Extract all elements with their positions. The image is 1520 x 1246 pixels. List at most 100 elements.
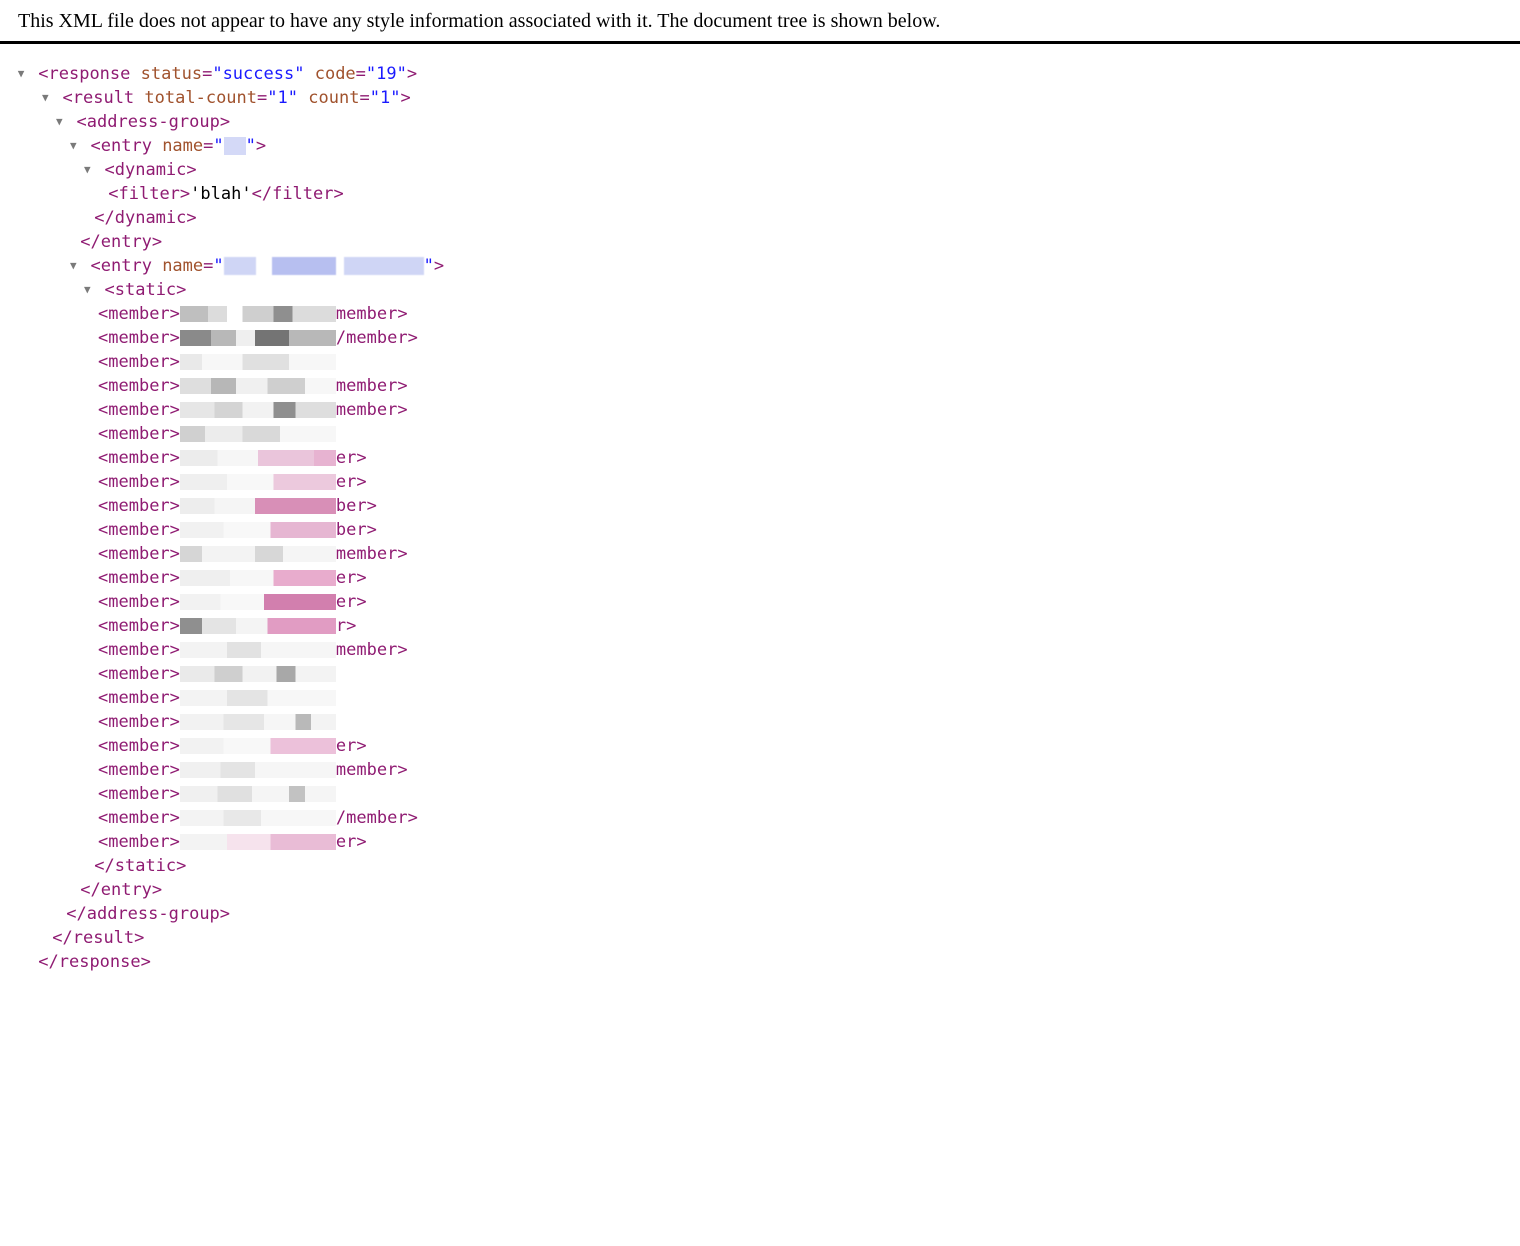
attr-count: count <box>308 88 359 108</box>
tag-member[interactable]: member <box>108 376 169 396</box>
redacted-member-value <box>180 738 336 754</box>
toggle-icon[interactable]: ▼ <box>66 254 80 278</box>
notice-text: This XML file does not appear to have an… <box>18 10 940 32</box>
tag-response[interactable]: response <box>49 64 131 84</box>
redacted-member-value <box>180 786 336 802</box>
member-row: <member>er> <box>14 590 1520 614</box>
member-tail: member> <box>336 640 408 660</box>
tag-member[interactable]: member <box>108 448 169 468</box>
toggle-icon[interactable]: ▼ <box>80 158 94 182</box>
redacted-member-value <box>180 426 336 442</box>
filter-text: 'blah' <box>190 184 251 204</box>
member-tail: er> <box>336 568 367 588</box>
member-row: <member>ber> <box>14 518 1520 542</box>
redacted-member-value <box>180 570 336 586</box>
member-row: <member>member> <box>14 398 1520 422</box>
tag-member[interactable]: member <box>108 520 169 540</box>
member-tail: member> <box>336 400 408 420</box>
member-row: <member>member> <box>14 638 1520 662</box>
redacted-member-value <box>180 330 336 346</box>
member-tail: er> <box>336 592 367 612</box>
tag-member[interactable]: member <box>108 808 169 828</box>
val-count: 1 <box>380 88 390 108</box>
tag-member[interactable]: member <box>108 688 169 708</box>
tag-entry[interactable]: entry <box>101 136 152 156</box>
member-row: <member> <box>14 710 1520 734</box>
redacted-name-2 <box>224 257 424 275</box>
tag-member[interactable]: member <box>108 832 169 852</box>
redacted-member-value <box>180 378 336 394</box>
tag-member[interactable]: member <box>108 496 169 516</box>
attr-totalcount: total-count <box>144 88 257 108</box>
tag-static[interactable]: static <box>115 280 176 300</box>
redacted-member-value <box>180 810 336 826</box>
toggle-icon[interactable]: ▼ <box>52 110 66 134</box>
xml-tree: ▼ <response status="success" code="19"> … <box>0 44 1520 974</box>
redacted-member-value <box>180 762 336 778</box>
tag-member[interactable]: member <box>108 760 169 780</box>
tag-member[interactable]: member <box>108 424 169 444</box>
member-row: <member>member> <box>14 758 1520 782</box>
member-row: <member>er> <box>14 566 1520 590</box>
member-row: <member>member> <box>14 374 1520 398</box>
xml-style-notice: This XML file does not appear to have an… <box>0 0 1520 44</box>
redacted-member-value <box>180 618 336 634</box>
member-row: <member>er> <box>14 446 1520 470</box>
attr-status: status <box>141 64 202 84</box>
redacted-member-value <box>180 474 336 490</box>
tag-member[interactable]: member <box>108 544 169 564</box>
tag-member[interactable]: member <box>108 400 169 420</box>
redacted-member-value <box>180 690 336 706</box>
attr-code: code <box>315 64 356 84</box>
tag-result[interactable]: result <box>73 88 134 108</box>
tag-member[interactable]: member <box>108 328 169 348</box>
member-tail: member> <box>336 760 408 780</box>
redacted-member-value <box>180 306 336 322</box>
tag-member[interactable]: member <box>108 304 169 324</box>
tag-member[interactable]: member <box>108 472 169 492</box>
val-status: success <box>223 64 295 84</box>
member-row: <member> <box>14 686 1520 710</box>
tag-entry[interactable]: entry <box>101 256 152 276</box>
tag-member[interactable]: member <box>108 592 169 612</box>
member-tail: /member> <box>336 808 418 828</box>
member-row: <member>er> <box>14 470 1520 494</box>
redacted-member-value <box>180 402 336 418</box>
member-tail: member> <box>336 304 408 324</box>
member-tail: /member> <box>336 328 418 348</box>
toggle-icon[interactable]: ▼ <box>66 134 80 158</box>
tag-filter[interactable]: filter <box>119 184 180 204</box>
tag-dynamic[interactable]: dynamic <box>115 160 187 180</box>
member-tail: ber> <box>336 520 377 540</box>
tag-open-bracket: < <box>38 64 48 84</box>
tag-member[interactable]: member <box>108 568 169 588</box>
tag-member[interactable]: member <box>108 712 169 732</box>
val-totalcount: 1 <box>278 88 288 108</box>
member-tail: ber> <box>336 496 377 516</box>
tag-member[interactable]: member <box>108 640 169 660</box>
member-tail: member> <box>336 544 408 564</box>
member-row: <member> <box>14 350 1520 374</box>
member-row: <member>/member> <box>14 326 1520 350</box>
redacted-member-value <box>180 522 336 538</box>
tag-address-group[interactable]: address-group <box>87 112 220 132</box>
redacted-member-value <box>180 354 336 370</box>
tag-member[interactable]: member <box>108 616 169 636</box>
member-row: <member>er> <box>14 734 1520 758</box>
toggle-icon[interactable]: ▼ <box>38 86 52 110</box>
tag-member[interactable]: member <box>108 352 169 372</box>
tag-member[interactable]: member <box>108 736 169 756</box>
redacted-member-value <box>180 498 336 514</box>
tag-member[interactable]: member <box>108 664 169 684</box>
member-row: <member>member> <box>14 542 1520 566</box>
toggle-icon[interactable]: ▼ <box>14 62 28 86</box>
member-row: <member> <box>14 782 1520 806</box>
member-row: <member>r> <box>14 614 1520 638</box>
redacted-member-value <box>180 666 336 682</box>
member-row: <member>/member> <box>14 806 1520 830</box>
member-row: <member>er> <box>14 830 1520 854</box>
tag-member[interactable]: member <box>108 784 169 804</box>
member-tail: er> <box>336 448 367 468</box>
member-tail: r> <box>336 616 356 636</box>
toggle-icon[interactable]: ▼ <box>80 278 94 302</box>
